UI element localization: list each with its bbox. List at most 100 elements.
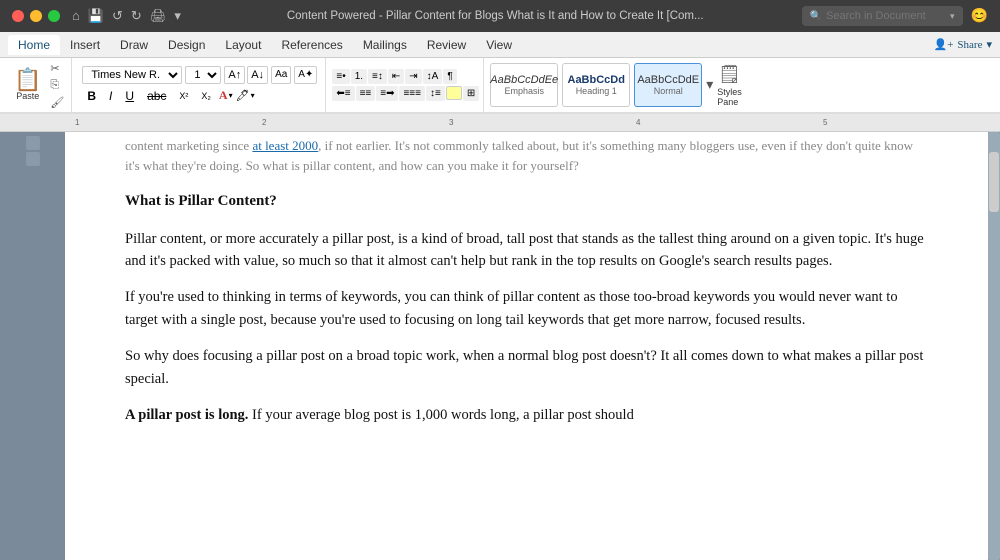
font-controls: Times New R... 12 A↑ A↓ Aa A✦ B I U abc …	[78, 64, 321, 107]
underline-button[interactable]: U	[120, 87, 139, 105]
cut-text-para: content marketing since at least 2000, i…	[125, 136, 928, 176]
style-heading1-label: Heading 1	[576, 86, 617, 96]
home-icon[interactable]: ⌂	[72, 8, 80, 24]
bold-button[interactable]: B	[82, 87, 101, 105]
title-bar: ⌂ 💾 ↺ ↻ 🖨 ▾ Content Powered - Pillar Con…	[0, 0, 1000, 32]
align-row-2: ⬅≡ ≡≡ ≡➡ ≡≡≡ ↕≡ ⊞	[332, 86, 479, 101]
show-marks-button[interactable]: ¶	[443, 69, 456, 84]
align-group: ≡• 1. ≡↕ ⇤ ⇥ ↕A ¶ ⬅≡ ≡≡ ≡➡ ≡≡≡ ↕≡ ⊞	[332, 69, 479, 101]
ruler-mark-3: 3	[449, 118, 453, 127]
ruler-mark-5: 5	[823, 118, 827, 127]
tab-references[interactable]: References	[271, 35, 352, 55]
italic-button[interactable]: I	[104, 87, 117, 105]
styles-pane-button[interactable]: 🗒 StylesPane	[717, 64, 742, 107]
ruler: 1 2 3 4 5	[0, 114, 1000, 132]
bullets-button[interactable]: ≡•	[332, 69, 349, 84]
copy-button[interactable]: ⎘	[49, 78, 65, 93]
document-text: content marketing since at least 2000, i…	[125, 132, 928, 427]
style-normal-sample: AaBbCcDdE	[637, 74, 699, 86]
toolbar-quick-access: ⌂ 💾 ↺ ↻ 🖨 ▾	[72, 8, 181, 24]
tab-review[interactable]: Review	[417, 35, 476, 55]
redo-icon[interactable]: ↻	[131, 8, 142, 24]
scrollbar[interactable]	[988, 132, 1000, 560]
font-family-select[interactable]: Times New R...	[82, 66, 182, 84]
align-center-button[interactable]: ≡≡	[356, 86, 376, 101]
save-icon[interactable]: 💾	[88, 8, 104, 24]
superscript-button[interactable]: X²	[174, 87, 193, 105]
scrollbar-thumb[interactable]	[989, 152, 999, 212]
margin-icon-2[interactable]	[26, 152, 40, 166]
ruler-mark-4: 4	[636, 118, 640, 127]
tab-design[interactable]: Design	[158, 35, 215, 55]
clear-format-button[interactable]: Aa	[271, 66, 291, 84]
ruler-mark-1: 1	[75, 118, 79, 127]
borders-button[interactable]: ⊞	[463, 86, 479, 101]
share-chevron-icon[interactable]: ▾	[986, 38, 992, 51]
decrease-font-button[interactable]: A↓	[247, 66, 268, 84]
strikethrough-button[interactable]: abc	[142, 87, 171, 105]
search-input[interactable]	[826, 10, 946, 22]
align-left-button[interactable]: ⬅≡	[332, 86, 354, 101]
maximize-button[interactable]	[48, 10, 60, 22]
margin-icon-1[interactable]	[26, 136, 40, 150]
ruler-content: 1 2 3 4 5	[75, 114, 925, 131]
customize-icon[interactable]: ▾	[174, 8, 181, 24]
document-page[interactable]: content marketing since at least 2000, i…	[65, 132, 988, 560]
tab-view[interactable]: View	[476, 35, 522, 55]
tab-home[interactable]: Home	[8, 35, 60, 55]
close-button[interactable]	[12, 10, 24, 22]
clipboard-group: 📋 Paste ✂ ⎘ 🖌	[6, 58, 72, 112]
styles-pane-label: StylesPane	[717, 87, 742, 107]
text-effects-button[interactable]: A✦	[294, 66, 317, 84]
styles-pane-icon: 🗒	[718, 64, 741, 85]
font-color-button[interactable]: A ▾	[219, 88, 233, 103]
multilevel-list-button[interactable]: ≡↕	[368, 69, 387, 84]
style-emphasis[interactable]: AaBbCcDdEe Emphasis	[490, 63, 558, 107]
minimize-button[interactable]	[30, 10, 42, 22]
print-icon[interactable]: 🖨	[150, 8, 167, 24]
format-painter-button[interactable]: 🖌	[49, 95, 65, 110]
share-section: 👤+ Share ▾	[934, 38, 992, 51]
para-4-bold: A pillar post is long.	[125, 407, 248, 423]
decrease-indent-button[interactable]: ⇤	[388, 69, 404, 84]
font-size-select[interactable]: 12	[185, 66, 221, 84]
justify-button[interactable]: ≡≡≡	[399, 86, 425, 101]
style-normal[interactable]: AaBbCcDdE Normal	[634, 63, 702, 107]
document-title: Content Powered - Pillar Content for Blo…	[189, 10, 802, 22]
style-heading1[interactable]: AaBbCcDd Heading 1	[562, 63, 630, 107]
style-heading1-sample: AaBbCcDd	[568, 74, 625, 86]
style-emphasis-sample: AaBbCcDdEe	[490, 74, 558, 86]
ribbon-tabs: Home Insert Draw Design Layout Reference…	[0, 32, 1000, 58]
paste-button[interactable]: 📋 Paste	[10, 67, 45, 103]
search-bar[interactable]: 🔍 ▾	[802, 6, 963, 26]
paste-icon: 📋	[14, 69, 41, 91]
highlight-color-button[interactable]: 🖊 ▾	[236, 89, 255, 102]
cut-text-link[interactable]: at least 2000	[252, 138, 318, 153]
cut-text-prefix: content marketing since	[125, 138, 252, 153]
align-right-button[interactable]: ≡➡	[376, 86, 398, 101]
tab-draw[interactable]: Draw	[110, 35, 158, 55]
subscript-button[interactable]: X₂	[196, 87, 216, 105]
styles-panel: AaBbCcDdEe Emphasis AaBbCcDd Heading 1 A…	[486, 58, 746, 112]
style-normal-label: Normal	[654, 86, 683, 96]
cut-button[interactable]: ✂	[49, 61, 65, 76]
tab-insert[interactable]: Insert	[60, 35, 110, 55]
search-options-icon[interactable]: ▾	[950, 11, 955, 22]
increase-indent-button[interactable]: ⇥	[405, 69, 421, 84]
font-row-2: B I U abc X² X₂ A ▾ 🖊 ▾	[82, 87, 317, 105]
shading-button[interactable]	[446, 86, 462, 100]
tab-layout[interactable]: Layout	[215, 35, 271, 55]
tab-mailings[interactable]: Mailings	[353, 35, 417, 55]
sort-button[interactable]: ↕A	[423, 69, 443, 84]
increase-font-button[interactable]: A↑	[224, 66, 245, 84]
doc-container: content marketing since at least 2000, i…	[0, 132, 1000, 560]
share-label[interactable]: Share	[957, 39, 982, 51]
undo-icon[interactable]: ↺	[112, 8, 123, 24]
line-spacing-button[interactable]: ↕≡	[426, 86, 445, 101]
ribbon-toolbar: 📋 Paste ✂ ⎘ 🖌 Times New R... 12 A↑ A↓	[0, 58, 1000, 114]
para-4-rest: If your average blog post is 1,000 words…	[248, 407, 633, 423]
emoji-icon: 😊	[971, 8, 988, 25]
font-row-1: Times New R... 12 A↑ A↓ Aa A✦	[82, 66, 317, 84]
styles-expand-button[interactable]: ▾	[706, 77, 713, 94]
numbering-button[interactable]: 1.	[351, 69, 367, 84]
